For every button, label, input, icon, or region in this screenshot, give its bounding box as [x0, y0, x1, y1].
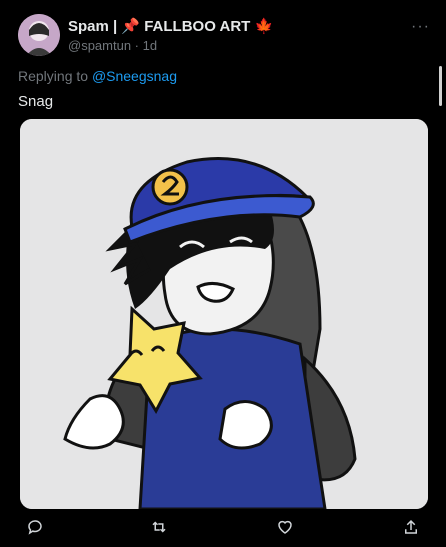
- reply-icon[interactable]: [22, 514, 48, 540]
- author-avatar[interactable]: [18, 14, 60, 56]
- replying-to-label: Replying to: [18, 68, 92, 84]
- replying-to-line: Replying to @Sneegsnag: [18, 68, 177, 84]
- more-options-icon[interactable]: ···: [411, 18, 430, 36]
- tweet-text: Snag: [18, 93, 54, 110]
- author-name-row[interactable]: Spam | 📌 FALLBOO ART 🍁: [68, 17, 273, 35]
- tweet-media-image[interactable]: [20, 119, 428, 509]
- retweet-icon[interactable]: [146, 514, 172, 540]
- share-icon[interactable]: [398, 514, 424, 540]
- reply-mention-link[interactable]: @Sneegsnag: [92, 68, 177, 84]
- character-illustration: [20, 119, 428, 509]
- tweet-actions-bar: [0, 514, 446, 540]
- author-handle-and-time[interactable]: @spamtun · 1d: [68, 38, 157, 53]
- scrollbar[interactable]: [439, 66, 442, 106]
- author-display-name[interactable]: Spam | 📌 FALLBOO ART 🍁: [68, 17, 273, 35]
- like-icon[interactable]: [272, 514, 298, 540]
